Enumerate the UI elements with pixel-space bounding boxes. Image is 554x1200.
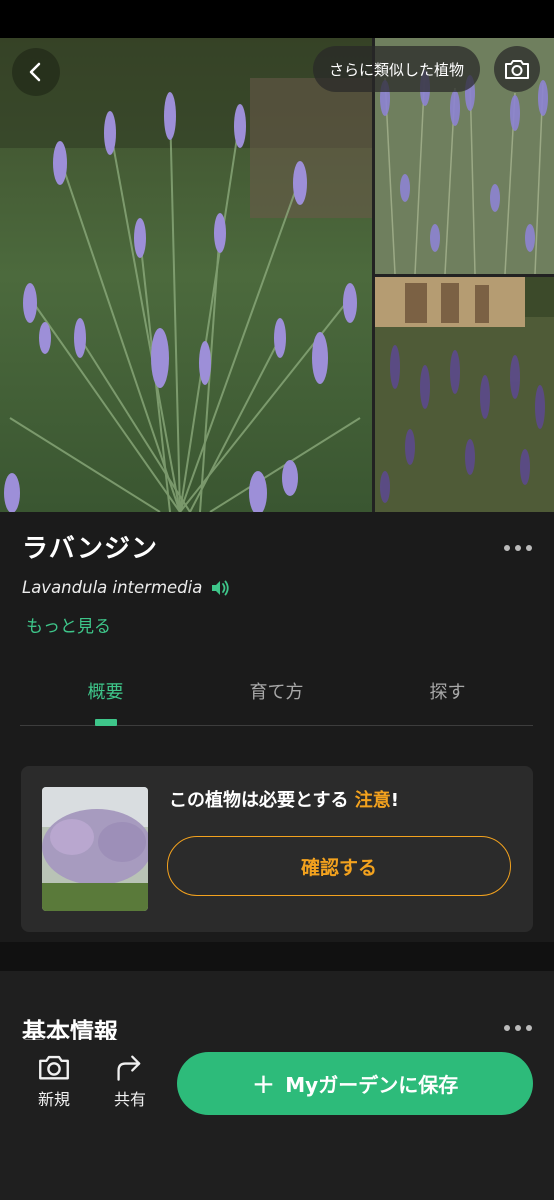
scientific-name-row: Lavandula intermedia [22,578,230,597]
share-icon [117,1055,141,1081]
photo-gallery [0,38,554,512]
share-button[interactable]: 共有 [100,1052,160,1110]
save-button-label: Myガーデンに保存 [285,1073,459,1097]
back-button[interactable] [12,48,60,96]
attention-text-prefix: この植物は必要とする [169,790,349,811]
new-label: 新規 [37,1090,70,1109]
section-divider [0,942,554,971]
main-plant-photo[interactable] [0,38,372,512]
attention-thumbnail [42,787,148,911]
more-icon [504,545,510,551]
plant-common-name: ラバンジン [22,534,159,564]
see-more-link[interactable]: もっと見る [26,612,111,637]
new-button[interactable]: 新規 [24,1052,84,1110]
camera-icon [39,1055,69,1080]
tab-overview[interactable]: 概要 [20,662,191,725]
tab-explore[interactable]: 探す [362,662,533,725]
more-icon [526,1025,532,1031]
more-icon [526,545,532,551]
plus-icon: + [251,1066,276,1100]
camera-button[interactable] [494,46,540,92]
attention-message: この植物は必要とする 注意! [169,786,399,812]
plant-scientific-name: Lavandula intermedia [22,578,203,597]
more-icon [515,545,521,551]
section-more-button[interactable] [500,1025,536,1037]
camera-icon [505,60,529,79]
tab-bar: 概要 育て方 探す [20,662,533,726]
save-to-garden-button[interactable]: + Myガーデンに保存 [177,1052,533,1115]
similar-plants-button[interactable]: さらに類似した植物 [312,46,480,92]
share-label: 共有 [113,1090,146,1109]
plant-detail-screen: さらに類似した植物 ラバンジン Lavandula intermedia もっと… [0,0,554,1200]
speaker-icon[interactable] [210,579,230,597]
status-bar [0,0,554,38]
confirm-button[interactable]: 確認する [167,836,511,896]
attention-text-suffix: ! [390,790,399,811]
attention-text-accent: 注意 [354,790,391,811]
similar-plant-photo-2[interactable] [375,277,554,512]
more-icon [504,1025,510,1031]
tab-care[interactable]: 育て方 [191,662,362,725]
attention-card: この植物は必要とする 注意! 確認する [21,766,533,932]
back-arrow-icon [29,62,41,82]
more-options-button[interactable] [500,538,536,558]
more-icon [515,1025,521,1031]
active-tab-indicator [95,719,117,726]
